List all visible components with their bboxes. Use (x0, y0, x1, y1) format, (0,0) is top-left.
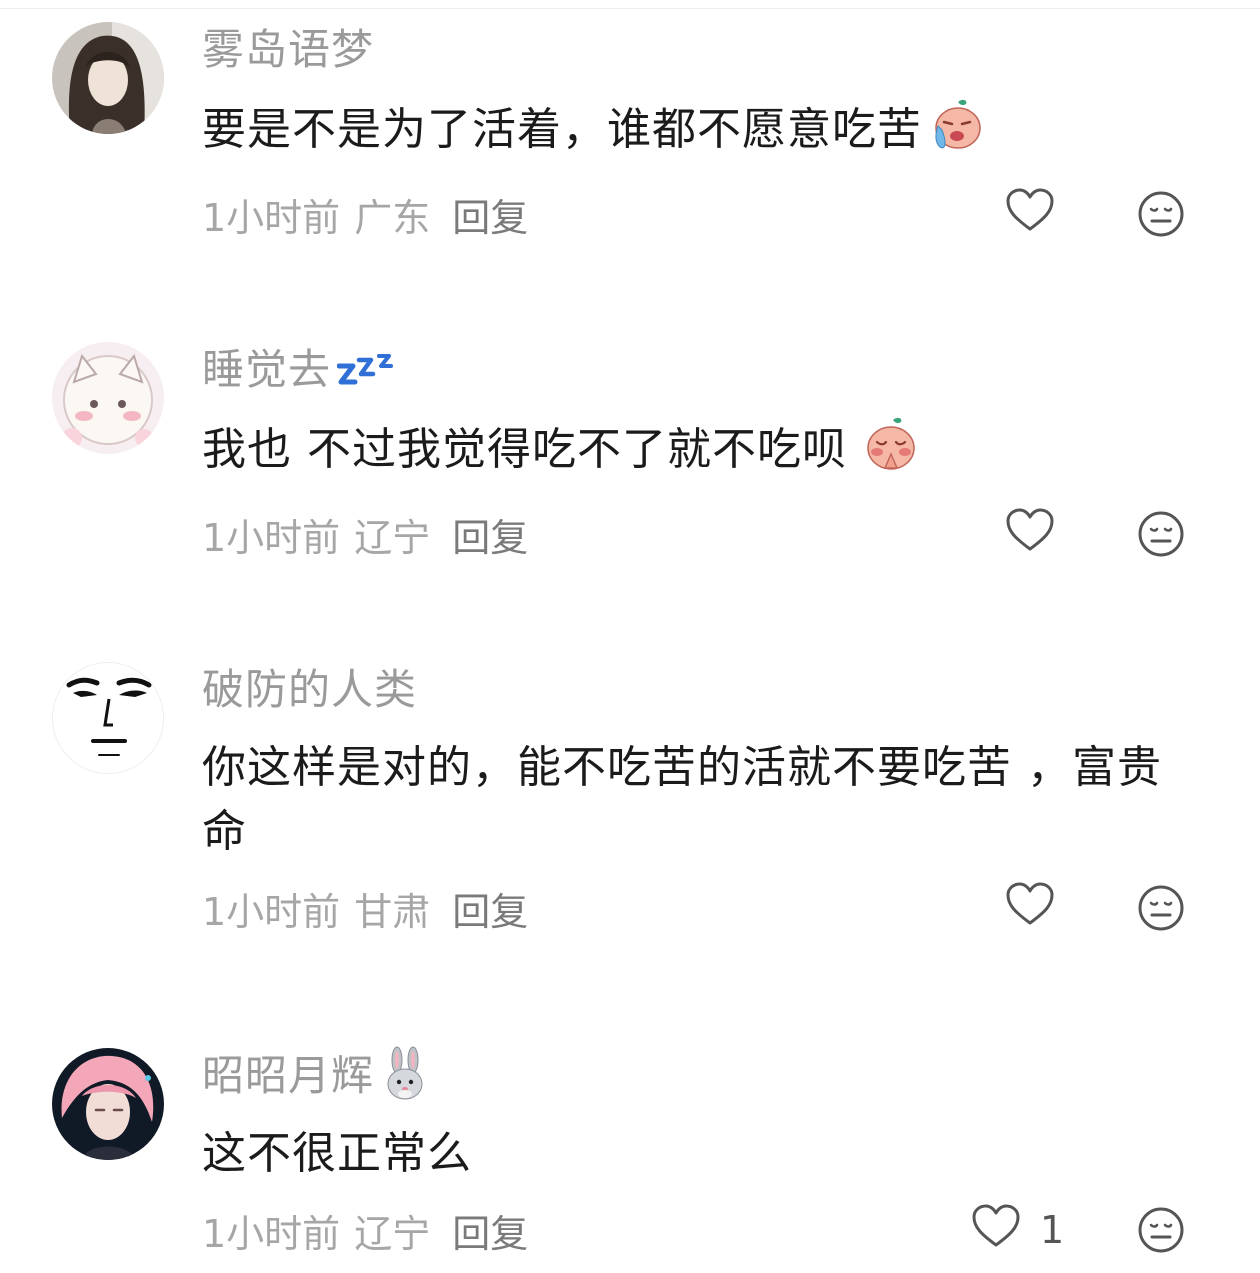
username[interactable]: 睡觉去 (202, 342, 331, 398)
reply-button[interactable]: 回复 (452, 187, 528, 242)
neutral-face-icon (1137, 191, 1185, 247)
username[interactable]: 破防的人类 (202, 662, 417, 718)
heart-icon (1005, 508, 1055, 561)
comment-time: 1小时前 (202, 195, 341, 240)
dislike-button[interactable] (1137, 1206, 1185, 1254)
like-button[interactable] (1002, 508, 1058, 560)
like-button[interactable] (1002, 882, 1058, 934)
comment-location: 辽宁 (354, 515, 431, 560)
heart-icon (971, 1204, 1021, 1257)
dislike-button[interactable] (1137, 190, 1185, 238)
praying-face-emoji-icon (863, 416, 919, 490)
like-button[interactable] (1002, 188, 1058, 240)
neutral-face-icon (1137, 511, 1185, 567)
comment-text-content: 我也 不过我觉得吃不了就不吃呗 (202, 424, 847, 475)
avatar[interactable] (52, 342, 164, 454)
comment-location: 辽宁 (354, 1211, 431, 1256)
comment-meta: 1小时前 辽宁 回复 1 (202, 1200, 1202, 1260)
top-divider (0, 8, 1260, 9)
neutral-face-icon (1137, 1207, 1185, 1263)
comment-text: 你这样是对的，能不吃苦的活就不要吃苦 ，富贵命 (202, 736, 1192, 864)
comment-text: 要是不是为了活着，谁都不愿意吃苦 (202, 96, 1192, 170)
username[interactable]: 昭昭月辉 (202, 1048, 374, 1104)
username[interactable]: 雾岛语梦 (202, 22, 374, 78)
heart-icon (1005, 188, 1055, 241)
dislike-button[interactable] (1137, 510, 1185, 558)
comment-text: 我也 不过我觉得吃不了就不吃呗 (202, 416, 1192, 490)
comment-time: 1小时前 (202, 889, 341, 934)
crying-face-emoji-icon (928, 96, 984, 170)
comment-time: 1小时前 (202, 515, 341, 560)
heart-icon (1005, 882, 1055, 935)
comment-location: 广东 (354, 195, 431, 240)
like-button[interactable] (968, 1204, 1024, 1256)
comment-meta: 1小时前 甘肃 回复 (202, 878, 1202, 938)
avatar[interactable] (52, 662, 164, 774)
comment-time: 1小时前 (202, 1211, 341, 1256)
comment-meta: 1小时前 辽宁 回复 (202, 504, 1202, 564)
comment-location: 甘肃 (354, 889, 431, 934)
comment-meta: 1小时前 广东 回复 (202, 184, 1202, 244)
reply-button[interactable]: 回复 (452, 507, 528, 562)
comment-text-content: 这不很正常么 (202, 1128, 472, 1179)
like-count: 1 (1040, 1208, 1065, 1252)
avatar[interactable] (52, 1048, 164, 1160)
comment-text-content: 要是不是为了活着，谁都不愿意吃苦 (202, 104, 922, 155)
comment-text: 这不很正常么 (202, 1122, 1192, 1186)
rabbit-icon (380, 1046, 430, 1106)
reply-button[interactable]: 回复 (452, 881, 528, 936)
comment-text-content: 你这样是对的，能不吃苦的活就不要吃苦 ，富贵命 (202, 742, 1162, 857)
reply-button[interactable]: 回复 (452, 1203, 528, 1258)
dislike-button[interactable] (1137, 884, 1185, 932)
sleeping-zzz-icon (336, 348, 397, 392)
neutral-face-icon (1137, 885, 1185, 941)
avatar[interactable] (52, 22, 164, 134)
